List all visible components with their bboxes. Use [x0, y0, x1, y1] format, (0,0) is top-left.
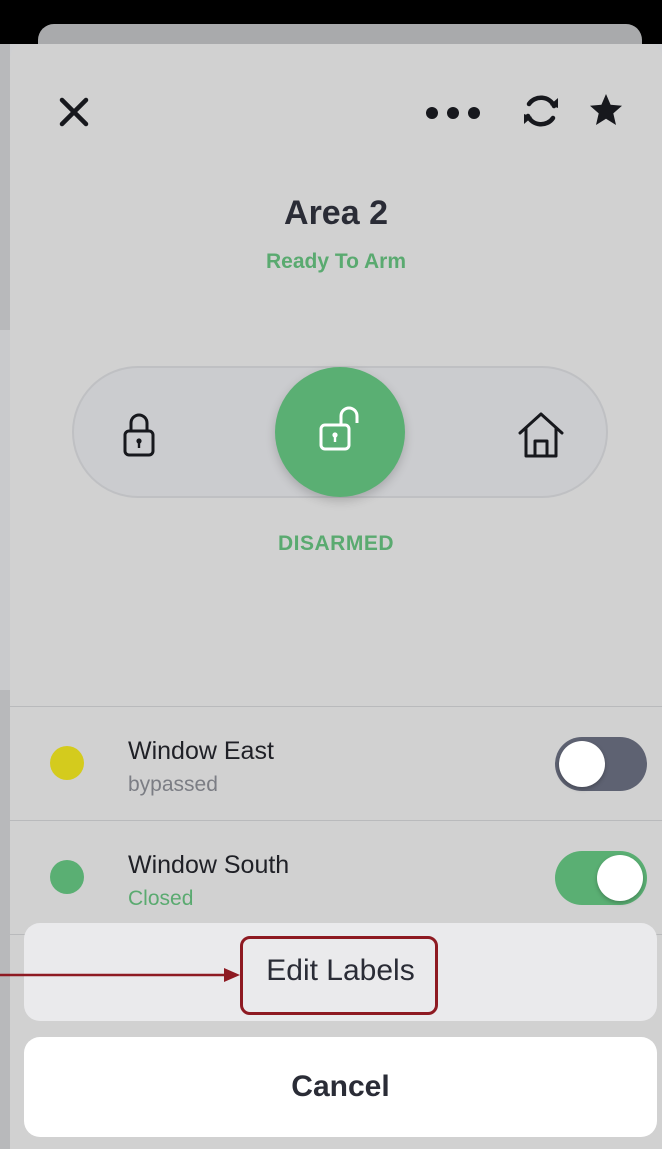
bypass-toggle[interactable]	[555, 851, 647, 905]
bypass-toggle[interactable]	[555, 737, 647, 791]
annotation-arrow-icon	[0, 968, 240, 982]
home-icon[interactable]	[512, 406, 570, 464]
annotation-highlight-box	[240, 936, 438, 1015]
refresh-icon[interactable]	[520, 93, 562, 129]
close-icon[interactable]	[58, 96, 90, 128]
cancel-button[interactable]: Cancel	[24, 1037, 657, 1137]
zone-state: bypassed	[128, 773, 218, 796]
zone-name: Window East	[128, 737, 274, 765]
zone-status-dot	[50, 746, 84, 780]
zone-name: Window South	[128, 851, 290, 879]
zone-state: Closed	[128, 887, 194, 910]
cancel-label: Cancel	[291, 1070, 390, 1103]
toggle-knob	[597, 855, 643, 901]
unlock-icon	[319, 406, 359, 451]
area-title: Area 2	[284, 194, 388, 232]
background-page-edge-highlight	[0, 330, 10, 690]
star-icon[interactable]	[588, 92, 624, 128]
zone-status-dot	[50, 860, 84, 894]
zone-row-window-south[interactable]: Window South Closed	[10, 821, 662, 933]
lock-icon[interactable]	[110, 406, 168, 464]
more-horizontal-icon[interactable]	[425, 106, 481, 120]
zone-row-window-east[interactable]: Window East bypassed	[10, 707, 662, 819]
toggle-knob	[559, 741, 605, 787]
arm-state-label: DISARMED	[277, 532, 394, 555]
disarm-button[interactable]	[275, 367, 405, 497]
area-status: Ready To Arm	[265, 250, 407, 273]
